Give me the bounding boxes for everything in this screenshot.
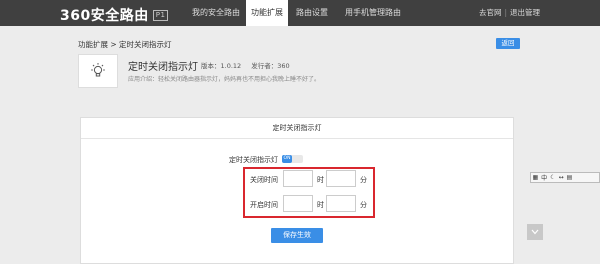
panel-title: 定时关闭指示灯 [81, 118, 513, 139]
keyboard-icon[interactable]: ▤ [567, 174, 573, 181]
nav-mobile-manage[interactable]: 用手机管理路由 [338, 0, 408, 26]
close-minute-unit: 分 [360, 176, 367, 184]
top-navbar: 360安全路由 P1 我的安全路由 功能扩展 路由设置 用手机管理路由 去官网 |… [0, 0, 600, 26]
ime-chinese[interactable]: 中 [541, 173, 547, 182]
app-version: 版本：1.0.12 [201, 62, 242, 70]
lightbulb-icon [91, 63, 105, 77]
app-icon [78, 54, 118, 88]
open-hour-unit: 时 [317, 201, 324, 209]
app-meta: 版本：1.0.12 发行者：360 [201, 60, 298, 70]
open-minute-input[interactable] [326, 195, 356, 212]
logout-link[interactable]: 退出管理 [510, 8, 540, 17]
nav-my-router[interactable]: 我的安全路由 [186, 0, 246, 26]
chevron-down-icon [531, 229, 539, 235]
close-time-label: 关闭时间 [250, 176, 278, 184]
scroll-down-button[interactable] [527, 224, 543, 240]
moon-icon[interactable]: ☾ [550, 174, 555, 181]
official-site-link[interactable]: 去官网 [479, 8, 502, 17]
swap-icon[interactable]: ↔ [559, 174, 564, 181]
back-button[interactable]: 返回 [496, 38, 520, 49]
open-minute-unit: 分 [360, 201, 367, 209]
settings-panel: 定时关闭指示灯 定时关闭指示灯 ON 关闭时间 时 分 开启时间 时 分 保存生… [80, 117, 514, 264]
close-hour-unit: 时 [317, 176, 324, 184]
toggle-state: ON [282, 155, 292, 163]
open-time-label: 开启时间 [250, 201, 278, 209]
enable-toggle[interactable]: ON [282, 155, 303, 163]
app-publisher: 发行者：360 [251, 62, 290, 70]
logo[interactable]: 360安全路由 P1 [60, 5, 169, 25]
nav-extensions[interactable]: 功能扩展 [246, 0, 288, 26]
top-links: 去官网 | 退出管理 [479, 0, 540, 26]
time-settings-highlight: 关闭时间 时 分 开启时间 时 分 [243, 167, 375, 218]
logo-text: 360安全路由 [60, 8, 149, 24]
floating-ime-toolbar[interactable]: ▦ 中 ☾ ↔ ▤ [530, 172, 600, 183]
app-title: 定时关闭指示灯 [128, 62, 198, 73]
open-hour-input[interactable] [283, 195, 313, 212]
nav-router-settings[interactable]: 路由设置 [288, 0, 336, 26]
close-minute-input[interactable] [326, 170, 356, 187]
app-description: 应用介绍：轻松关闭路由器指示灯，妈妈再也不用担心我晚上睡不好了。 [128, 76, 321, 83]
close-hour-input[interactable] [283, 170, 313, 187]
save-button[interactable]: 保存生效 [271, 228, 323, 243]
separator: | [504, 8, 507, 17]
toggle-label: 定时关闭指示灯 [229, 156, 278, 164]
grid-icon[interactable]: ▦ [533, 174, 539, 181]
breadcrumb: 功能扩展 > 定时关闭指示灯 [78, 40, 172, 49]
logo-badge: P1 [152, 9, 169, 21]
